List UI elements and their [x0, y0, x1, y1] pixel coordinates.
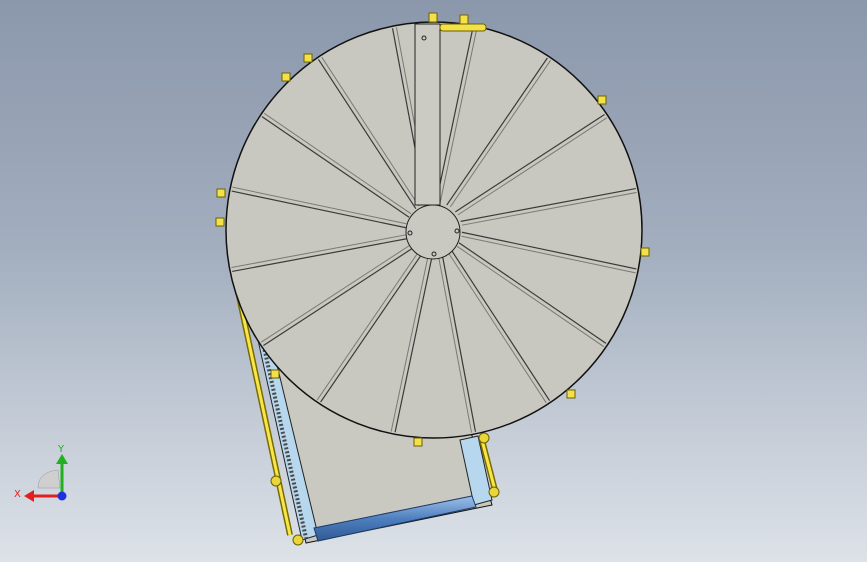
- graphics-viewport[interactable]: X Y: [0, 0, 867, 562]
- rail-joint: [292, 534, 304, 546]
- perimeter-tab: [303, 53, 313, 63]
- rail-joint: [270, 475, 282, 487]
- hub-plate: [405, 204, 461, 260]
- perimeter-tab: [413, 437, 423, 447]
- perimeter-tab: [566, 389, 576, 399]
- triad-z-axis: [57, 491, 67, 501]
- perimeter-tab: [597, 95, 607, 105]
- top-bracket-tab: [428, 12, 438, 23]
- top-strut: [414, 23, 441, 206]
- fan-disc: [225, 21, 643, 439]
- perimeter-tab: [270, 369, 280, 379]
- top-bracket-bar: [439, 23, 487, 32]
- perimeter-tab: [215, 217, 225, 227]
- orientation-triad[interactable]: X Y: [10, 440, 80, 510]
- triad-plane: [37, 469, 61, 489]
- fan-model-3d[interactable]: [0, 0, 867, 562]
- perimeter-tab: [216, 188, 226, 198]
- rail-joint: [478, 432, 490, 444]
- rail-joint: [488, 486, 500, 498]
- triad-x-arrow: [24, 490, 34, 502]
- perimeter-tab: [281, 72, 291, 82]
- perimeter-tab: [640, 247, 650, 257]
- top-bracket-tab: [459, 14, 469, 25]
- triad-y-arrow: [56, 454, 68, 464]
- triad-x-label: X: [14, 489, 21, 500]
- triad-y-label: Y: [57, 444, 65, 455]
